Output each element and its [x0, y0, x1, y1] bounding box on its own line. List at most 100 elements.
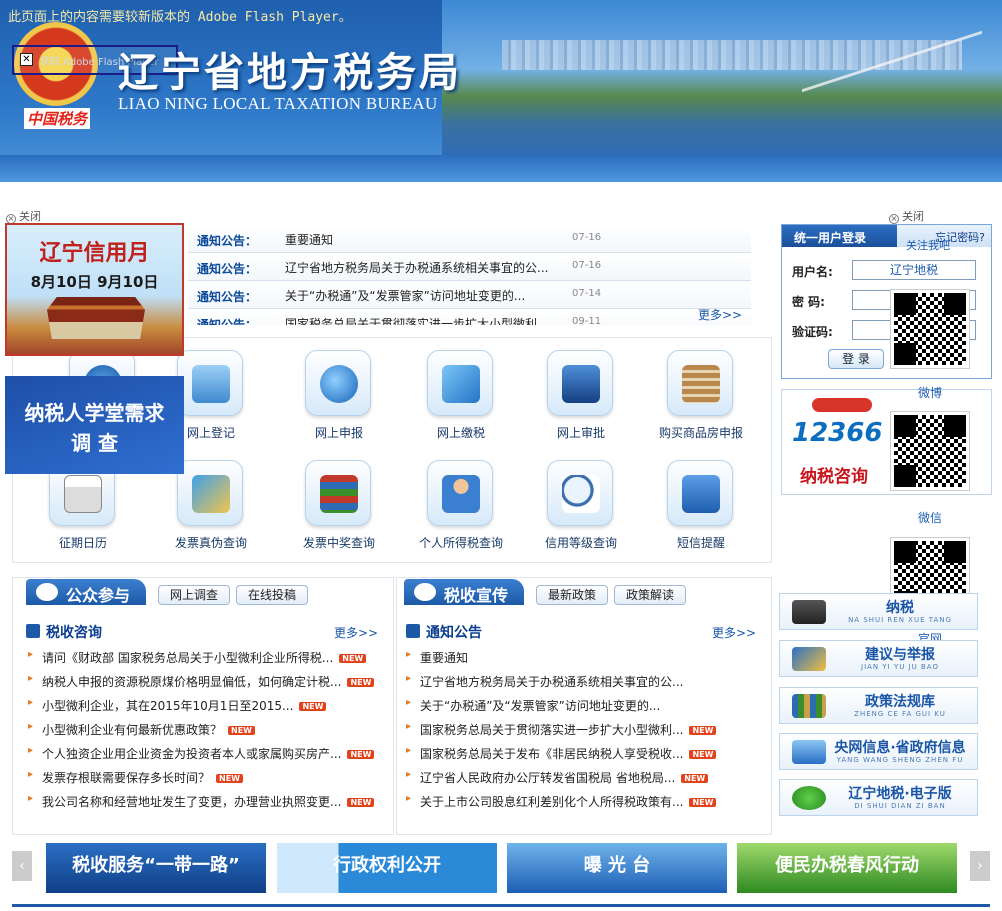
tab-latest-policy[interactable]: 最新政策 — [536, 585, 608, 605]
news-item[interactable]: 请问《财政部 国家税务总局关于小型微利企业所得税... NEW — [28, 649, 367, 666]
notice-title[interactable]: 关于“办税通”及“发票管家”访问地址变更的... — [285, 287, 555, 304]
news-item[interactable]: 发票存根联需要保存多长时间？ NEW — [28, 769, 243, 786]
service-online-approval[interactable]: 网上审批 — [521, 338, 641, 442]
login-tab[interactable]: 统一用户登录 — [782, 225, 897, 247]
tax-consult-more-link[interactable]: 更多>> — [334, 624, 378, 641]
publicity-title: 税收宣传 — [444, 586, 509, 605]
side-link-gov-info[interactable]: 央网信息·省政府信息 YANG WANG SHENG ZHEN FU — [779, 733, 978, 770]
weibo-label[interactable]: 微博 — [891, 384, 969, 401]
news-item-title: 关于“办税通”及“发票管家”访问地址变更的... — [420, 699, 661, 713]
credit-ad-dates: 8月10日 9月10日 — [30, 273, 159, 291]
notice-title[interactable]: 辽宁省地方税务局关于办税通系统相关事宜的公... — [285, 259, 555, 276]
service-label: 网上申报 — [314, 426, 363, 440]
footer-divider — [12, 904, 990, 907]
notice-date: 07-14 — [572, 288, 602, 299]
close-icon: × — [889, 214, 899, 224]
notice-title[interactable]: 国家税务总局关于贯彻落实进一步扩大小型微利... — [285, 315, 555, 325]
news-item[interactable]: 辽宁省地方税务局关于办税通系统相关事宜的公... — [406, 673, 683, 690]
new-badge: NEW — [216, 774, 243, 783]
speaker-icon — [414, 583, 436, 601]
service-label: 网上缴税 — [436, 426, 485, 440]
carousel-prev-button[interactable]: ‹ — [12, 851, 32, 881]
news-item-title: 小型微利企业有何最新优惠政策？ — [42, 723, 223, 737]
side-link-regulations[interactable]: 政策法规库 ZHENG CE FA GUI KU — [779, 687, 978, 724]
tab-online-submission[interactable]: 在线投稿 — [236, 585, 308, 605]
site-subtitle: LIAO NING LOCAL TAXATION BUREAU — [118, 94, 438, 113]
side-link-pinyin: DI SHUI DIAN ZI BAN — [854, 802, 946, 810]
notice-row[interactable]: 通知公告： 关于“办税通”及“发票管家”访问地址变更的... 07-14 — [188, 281, 751, 309]
banner-spring-breeze[interactable]: 便民办税春风行动 — [737, 843, 957, 893]
news-item[interactable]: 国家税务总局关于贯彻落实进一步扩大小型微利... NEW — [406, 721, 717, 738]
notice-row[interactable]: 通知公告： 国家税务总局关于贯彻落实进一步扩大小型微利... 09-11 — [188, 309, 751, 325]
news-item-title: 个人独资企业用企业资金为投资者本人或家属购买房产... — [42, 747, 342, 761]
news-item[interactable]: 小型微利企业，其在2015年10月1日至2015... NEW — [28, 697, 327, 714]
side-link-taxpayer-school[interactable]: 纳税 NA SHUI REN XUE TANG — [779, 593, 978, 630]
hotline-number: 12366 — [792, 418, 883, 448]
side-link-title: 纳税 — [886, 600, 914, 616]
news-item[interactable]: 国家税务总局关于发布《非居民纳税人享受税收... NEW — [406, 745, 717, 762]
notice-row[interactable]: 通知公告： 重要通知 07-16 — [188, 225, 751, 253]
header-band — [0, 155, 1002, 182]
notice-label: 通知公告： — [197, 290, 258, 304]
tax-publicity-header: 税收宣传 — [404, 579, 524, 605]
service-label: 短信提醒 — [676, 536, 725, 550]
news-item[interactable]: 辽宁省人民政府办公厅转发省国税局 省地税局... NEW — [406, 769, 709, 786]
weixin-label[interactable]: 微信 — [891, 509, 969, 526]
service-label: 网上审批 — [556, 426, 605, 440]
side-link-report[interactable]: 建议与举报 JIAN YI YU JU BAO — [779, 640, 978, 677]
username-input[interactable]: 辽宁地税 — [852, 260, 976, 280]
tab-policy-interpretation[interactable]: 政策解读 — [614, 585, 686, 605]
service-sms-reminder[interactable]: 短信提醒 — [641, 448, 761, 552]
login-button[interactable]: 登 录 — [828, 349, 884, 369]
news-item[interactable]: 我公司名称和经营地址发生了变更，办理营业执照变更... NEW — [28, 793, 375, 810]
news-item[interactable]: 重要通知 — [406, 649, 468, 666]
service-label: 发票中奖查询 — [302, 536, 375, 550]
carousel-next-button[interactable]: › — [970, 851, 990, 881]
survey-ad[interactable]: 纳税人学堂需求 调 查 — [5, 376, 184, 474]
service-online-filing[interactable]: 网上申报 — [279, 338, 399, 442]
globe-icon — [305, 350, 371, 416]
notice-date: 09-11 — [572, 316, 602, 325]
books-icon — [305, 460, 371, 526]
service-label: 发票真伪查询 — [174, 536, 247, 550]
service-online-payment[interactable]: 网上缴税 — [401, 338, 521, 442]
news-item-title: 我公司名称和经营地址发生了变更，办理营业执照变更... — [42, 795, 342, 809]
new-badge: NEW — [228, 726, 255, 735]
download-arrow-icon — [792, 786, 826, 810]
forgot-password-link[interactable]: 忘记密码? — [935, 229, 985, 245]
service-income-tax[interactable]: 个人所得税查询 — [401, 448, 521, 552]
service-label: 购买商品房申报 — [658, 426, 743, 440]
password-label: 密 码: — [792, 295, 825, 309]
service-house-purchase[interactable]: 购买商品房申报 — [641, 338, 761, 442]
news-item[interactable]: 个人独资企业用企业资金为投资者本人或家属购买房产... NEW — [28, 745, 375, 762]
news-item[interactable]: 纳税人申报的资源税原煤价格明显偏低，如何确定计税... NEW — [28, 673, 375, 690]
side-link-e-edition[interactable]: 辽宁地税·电子版 DI SHUI DIAN ZI BAN — [779, 779, 978, 816]
credit-ad-title: 辽宁信用月 — [39, 240, 150, 266]
close-right-ads-link[interactable]: × 关闭 — [889, 208, 924, 224]
notice-more-link[interactable]: 更多>> — [698, 306, 742, 323]
notice-title[interactable]: 重要通知 — [285, 231, 555, 248]
tab-online-survey[interactable]: 网上调查 — [158, 585, 230, 605]
close-left-ads-link[interactable]: × 关闭 — [6, 208, 41, 224]
news-item[interactable]: 关于上市公司股息红利差别化个人所得税政策有... NEW — [406, 793, 717, 810]
news-item[interactable]: 关于“办税通”及“发票管家”访问地址变更的... — [406, 697, 660, 714]
folder-icon — [427, 350, 493, 416]
tax-consult-title: 税收咨询 — [26, 622, 102, 642]
news-item[interactable]: 小型微利企业有何最新优惠政策？ NEW — [28, 721, 255, 738]
announcements-more-link[interactable]: 更多>> — [712, 624, 756, 641]
notice-row[interactable]: 通知公告： 辽宁省地方税务局关于办税通系统相关事宜的公... 07-16 — [188, 253, 751, 281]
credit-month-ad[interactable]: 辽宁信用月 8月10日 9月10日 — [5, 223, 184, 356]
news-item-title: 重要通知 — [420, 651, 469, 665]
weibo-qr-code — [890, 289, 970, 369]
service-invoice-lottery[interactable]: 发票中奖查询 — [279, 448, 399, 552]
banner-belt-road[interactable]: 税收服务“一带一路” — [46, 843, 266, 893]
banner-admin-power[interactable]: 行政权利公开 — [277, 843, 497, 893]
service-label: 个人所得税查询 — [418, 536, 503, 550]
new-badge: NEW — [347, 798, 375, 807]
book-icon — [26, 624, 40, 638]
survey-ad-line2: 调 查 — [71, 431, 118, 455]
news-item-title: 关于上市公司股息红利差别化个人所得税政策有... — [420, 795, 684, 809]
service-credit-rating[interactable]: 信用等级查询 — [521, 448, 641, 552]
banner-exposure[interactable]: 曝 光 台 — [507, 843, 727, 893]
news-item-title: 国家税务总局关于贯彻落实进一步扩大小型微利... — [420, 723, 684, 737]
